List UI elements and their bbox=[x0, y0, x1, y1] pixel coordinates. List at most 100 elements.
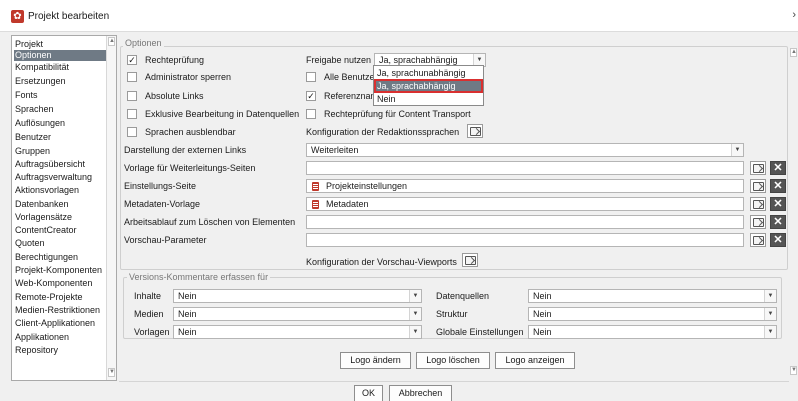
inhalte-select[interactable]: Nein ▼ bbox=[173, 289, 422, 303]
vorlagen-select[interactable]: Nein ▼ bbox=[173, 325, 422, 339]
logo-loeschen-button[interactable]: Logo löschen bbox=[416, 352, 490, 369]
freigabe-option-sprachabhaengig[interactable]: Ja, sprachabhängig bbox=[374, 79, 483, 93]
vorschau-browse-button[interactable] bbox=[750, 233, 766, 247]
absolute-links-checkbox[interactable] bbox=[127, 91, 137, 101]
medien-select[interactable]: Nein ▼ bbox=[173, 307, 422, 321]
nav-item-fonts[interactable]: Fonts bbox=[14, 90, 106, 101]
globale-label: Globale Einstellungen bbox=[436, 327, 524, 337]
metadaten-field[interactable]: Metadaten bbox=[306, 197, 744, 211]
versions-legend: Versions-Kommentare erfassen für bbox=[127, 272, 271, 282]
logo-aendern-button[interactable]: Logo ändern bbox=[340, 352, 411, 369]
arbeitsablauf-delete-button[interactable]: ✕ bbox=[770, 215, 786, 229]
chevron-down-icon[interactable]: ▼ bbox=[409, 308, 421, 320]
metadaten-delete-button[interactable]: ✕ bbox=[770, 197, 786, 211]
nav-item-aktionsvorlagen[interactable]: Aktionsvorlagen bbox=[14, 185, 106, 196]
nav-item-projekt[interactable]: Projekt bbox=[14, 39, 106, 50]
freigabe-dropdown-list: Ja, sprachunabhängig Ja, sprachabhängig … bbox=[373, 65, 484, 106]
metadaten-label: Metadaten-Vorlage bbox=[124, 199, 201, 209]
datenquellen-select[interactable]: Nein ▼ bbox=[528, 289, 777, 303]
document-icon bbox=[312, 182, 319, 191]
title-bar: ✿ Projekt bearbeiten › bbox=[0, 0, 798, 32]
admin-sperren-label: Administrator sperren bbox=[145, 72, 232, 82]
rechtepruefung-ct-checkbox[interactable] bbox=[306, 109, 316, 119]
admin-sperren-checkbox[interactable] bbox=[127, 72, 137, 82]
nav-scrollbar[interactable]: ▲ ▼ bbox=[106, 36, 116, 380]
arbeitsablauf-field[interactable] bbox=[306, 215, 744, 229]
alle-benutzer-checkbox[interactable] bbox=[306, 72, 316, 82]
nav-item-medien-restriktionen[interactable]: Medien-Restriktionen bbox=[14, 305, 106, 316]
chevron-down-icon[interactable]: ▼ bbox=[764, 326, 776, 338]
nav-item-optionen[interactable]: Optionen bbox=[14, 50, 106, 61]
nav-item-berechtigungen[interactable]: Berechtigungen bbox=[14, 252, 106, 263]
nav-item-repository[interactable]: Repository bbox=[14, 345, 106, 356]
nav-item-remote-projekte[interactable]: Remote-Projekte bbox=[14, 292, 106, 303]
arbeitsablauf-browse-button[interactable] bbox=[750, 215, 766, 229]
vorschau-delete-button[interactable]: ✕ bbox=[770, 233, 786, 247]
rechtepruefung-checkbox[interactable]: ✓ bbox=[127, 55, 137, 65]
inhalte-value: Nein bbox=[178, 291, 197, 301]
freigabe-option-sprachunabhaengig[interactable]: Ja, sprachunabhängig bbox=[375, 67, 482, 79]
settings-nav-list: Projekt Optionen Kompatibilität Ersetzun… bbox=[11, 35, 117, 381]
chevron-down-icon[interactable]: ▼ bbox=[409, 290, 421, 302]
konfig-redaktionssprachen-button[interactable] bbox=[467, 124, 483, 138]
nav-item-web-komponenten[interactable]: Web-Komponenten bbox=[14, 278, 106, 289]
referenznamen-label: Referenznam bbox=[324, 91, 379, 101]
folder-open-icon bbox=[753, 182, 764, 191]
vorschau-field[interactable] bbox=[306, 233, 744, 247]
weiterleitung-browse-button[interactable] bbox=[750, 161, 766, 175]
scroll-down-icon[interactable]: ▼ bbox=[790, 366, 797, 375]
nav-item-auftragsuebersicht[interactable]: Auftragsübersicht bbox=[14, 159, 106, 170]
scroll-up-icon[interactable]: ▲ bbox=[108, 37, 115, 46]
window-title: Projekt bearbeiten bbox=[28, 11, 110, 22]
scroll-up-icon[interactable]: ▲ bbox=[790, 48, 797, 57]
weiterleitung-delete-button[interactable]: ✕ bbox=[770, 161, 786, 175]
chevron-down-icon[interactable]: ▼ bbox=[764, 308, 776, 320]
chevron-right-icon[interactable]: › bbox=[792, 9, 796, 21]
freigabe-label: Freigabe nutzen bbox=[306, 55, 372, 65]
abbrechen-button[interactable]: Abbrechen bbox=[389, 385, 452, 401]
metadaten-value: Metadaten bbox=[326, 199, 369, 209]
einstellungs-label: Einstellungs-Seite bbox=[124, 181, 197, 191]
metadaten-browse-button[interactable] bbox=[750, 197, 766, 211]
nav-item-projekt-komponenten[interactable]: Projekt-Komponenten bbox=[14, 265, 106, 276]
main-scrollbar[interactable]: ▲ ▼ bbox=[789, 48, 798, 380]
nav-item-datenbanken[interactable]: Datenbanken bbox=[14, 199, 106, 210]
nav-item-quoten[interactable]: Quoten bbox=[14, 238, 106, 249]
referenznamen-checkbox[interactable]: ✓ bbox=[306, 91, 316, 101]
nav-item-applikationen[interactable]: Applikationen bbox=[14, 332, 106, 343]
nav-item-kompatibilitaet[interactable]: Kompatibilität bbox=[14, 62, 106, 73]
freigabe-option-nein[interactable]: Nein bbox=[375, 93, 482, 105]
exklusive-bearbeitung-checkbox[interactable] bbox=[127, 109, 137, 119]
einstellungs-browse-button[interactable] bbox=[750, 179, 766, 193]
nav-item-sprachen[interactable]: Sprachen bbox=[14, 104, 106, 115]
logo-anzeigen-button[interactable]: Logo anzeigen bbox=[495, 352, 575, 369]
nav-item-aufloesungen[interactable]: Auflösungen bbox=[14, 118, 106, 129]
ok-button[interactable]: OK bbox=[354, 385, 383, 401]
nav-item-benutzer[interactable]: Benutzer bbox=[14, 132, 106, 143]
einstellungs-value: Projekteinstellungen bbox=[326, 181, 408, 191]
nav-item-gruppen[interactable]: Gruppen bbox=[14, 146, 106, 157]
chevron-down-icon[interactable]: ▼ bbox=[731, 144, 743, 156]
konfig-viewports-button[interactable] bbox=[462, 253, 478, 267]
sprachen-ausblendbar-checkbox[interactable] bbox=[127, 127, 137, 137]
medien-label: Medien bbox=[134, 309, 164, 319]
einstellungs-field[interactable]: Projekteinstellungen bbox=[306, 179, 744, 193]
externe-links-value: Weiterleiten bbox=[311, 145, 359, 155]
struktur-select[interactable]: Nein ▼ bbox=[528, 307, 777, 321]
globale-select[interactable]: Nein ▼ bbox=[528, 325, 777, 339]
nav-item-ersetzungen[interactable]: Ersetzungen bbox=[14, 76, 106, 87]
nav-item-vorlagensaetze[interactable]: Vorlagensätze bbox=[14, 212, 106, 223]
weiterleitung-field[interactable] bbox=[306, 161, 744, 175]
externe-links-select[interactable]: Weiterleiten ▼ bbox=[306, 143, 744, 157]
separator-line bbox=[119, 381, 789, 382]
struktur-label: Struktur bbox=[436, 309, 468, 319]
chevron-down-icon[interactable]: ▼ bbox=[764, 290, 776, 302]
scroll-down-icon[interactable]: ▼ bbox=[108, 368, 115, 377]
absolute-links-label: Absolute Links bbox=[145, 91, 204, 101]
nav-item-auftragsverwaltung[interactable]: Auftragsverwaltung bbox=[14, 172, 106, 183]
einstellungs-delete-button[interactable]: ✕ bbox=[770, 179, 786, 193]
nav-item-contentcreator[interactable]: ContentCreator bbox=[14, 225, 106, 236]
nav-item-client-applikationen[interactable]: Client-Applikationen bbox=[14, 318, 106, 329]
struktur-value: Nein bbox=[533, 309, 552, 319]
chevron-down-icon[interactable]: ▼ bbox=[409, 326, 421, 338]
